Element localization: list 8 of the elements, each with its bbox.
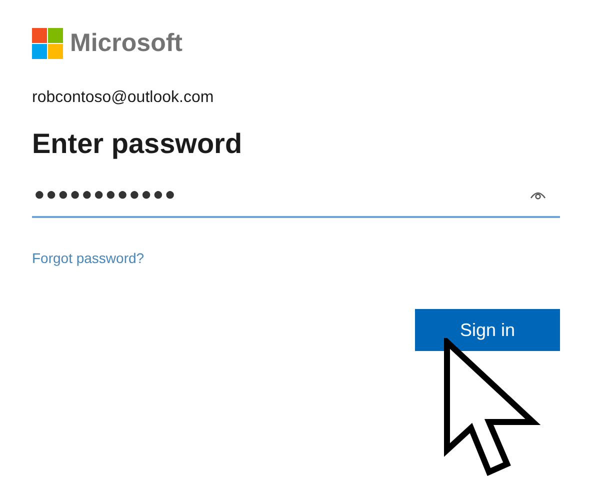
logo-icon [32, 28, 63, 59]
eye-icon[interactable] [530, 190, 546, 200]
forgot-password-link[interactable]: Forgot password? [32, 248, 144, 269]
brand-name: Microsoft [70, 31, 182, 56]
account-email: robcontoso@outlook.com [32, 88, 215, 108]
password-field[interactable]: ●●●●●●●●●●●● [32, 181, 560, 218]
sign-in-button[interactable]: Sign in [415, 309, 560, 351]
page-heading: Enter password [32, 127, 244, 161]
